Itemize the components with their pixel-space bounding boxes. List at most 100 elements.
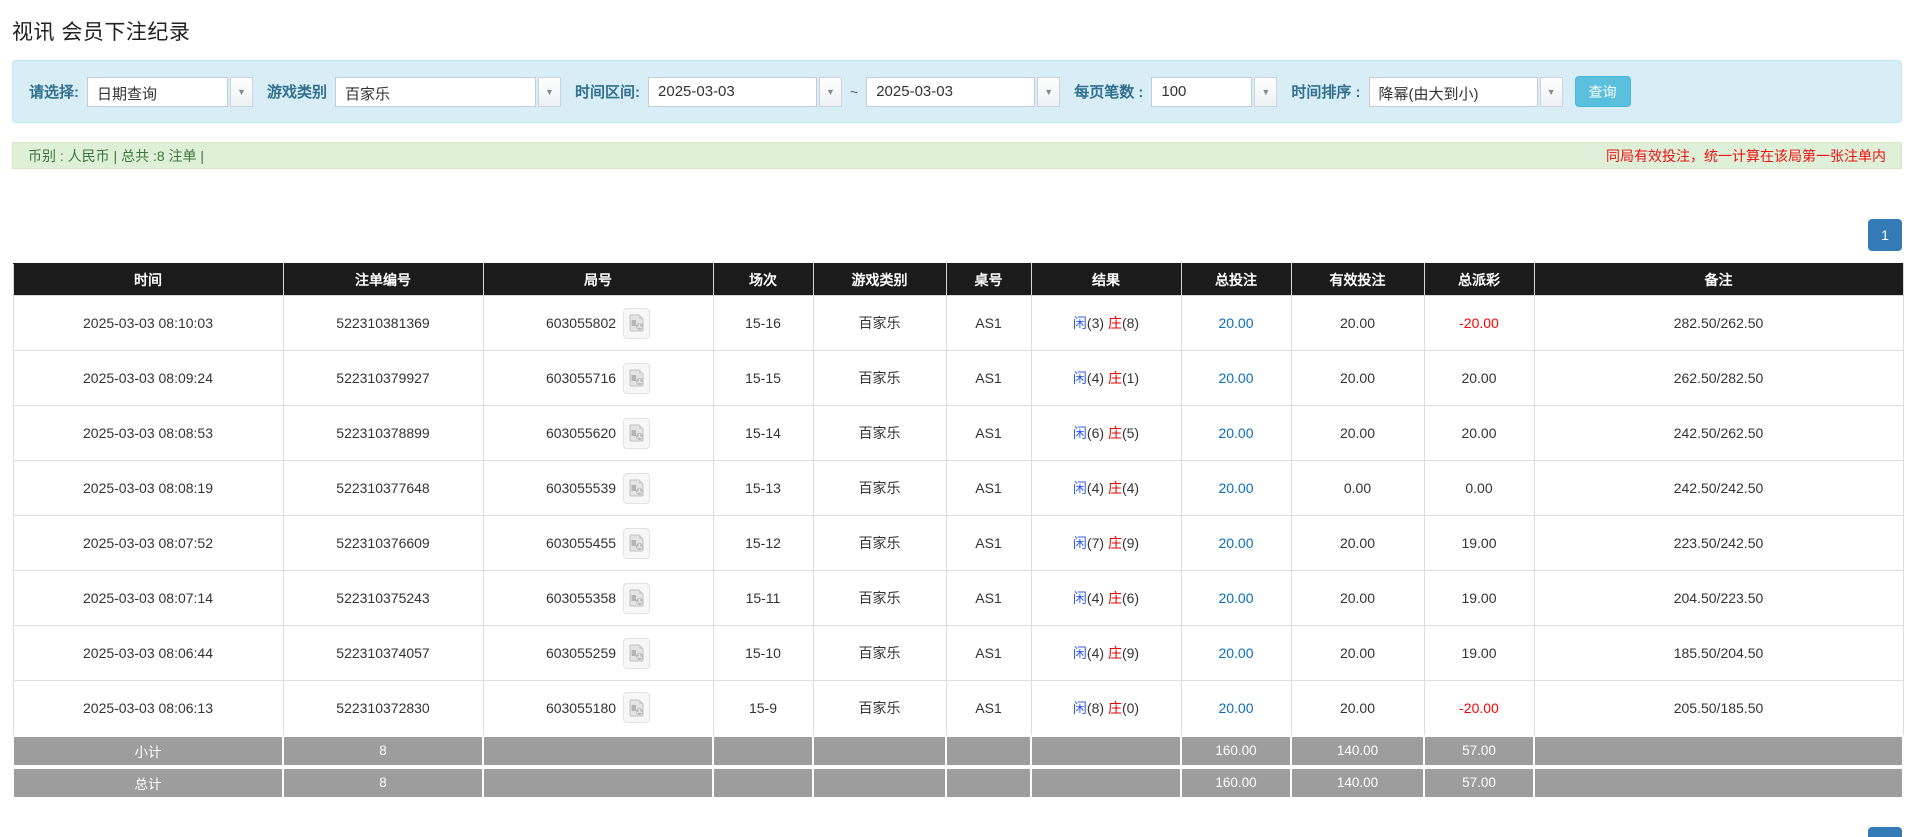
result-cell: 闲(3) 庄(8) <box>1030 295 1182 351</box>
result-cell: 闲(4) 庄(1) <box>1030 350 1182 406</box>
video-replay-icon[interactable] <box>623 582 651 614</box>
chevron-down-icon[interactable]: ▼ <box>819 76 843 107</box>
valid-bet: 20.00 <box>1290 625 1425 681</box>
payout: 19.00 <box>1423 570 1535 626</box>
total-payout: 57.00 <box>1423 764 1535 799</box>
total-bet-link[interactable]: 20.00 <box>1218 535 1253 551</box>
date-to-value[interactable]: 2025-03-03 <box>866 76 1036 107</box>
per-page-value[interactable]: 100 <box>1151 76 1253 107</box>
sort-order-select[interactable]: 降幂(由大到小) ▼ <box>1368 76 1563 107</box>
col-table-id: 桌号 <box>945 263 1032 296</box>
game-type: 百家乐 <box>812 405 947 461</box>
subtotal-total-bet: 160.00 <box>1180 734 1292 768</box>
valid-bet-note: 同局有效投注，统一计算在该局第一张注单内 <box>1606 147 1886 164</box>
video-replay-icon[interactable] <box>623 692 651 724</box>
total-bet-link[interactable]: 20.00 <box>1218 645 1253 661</box>
total-bet-link[interactable]: 20.00 <box>1218 370 1253 386</box>
col-payout: 总派彩 <box>1423 263 1535 296</box>
player-score: (4) <box>1086 480 1105 496</box>
banker-label: 庄 <box>1107 645 1122 661</box>
total-count: 8 <box>282 764 484 799</box>
video-replay-icon[interactable] <box>623 472 651 504</box>
page-1-button[interactable]: 1 <box>1868 826 1902 837</box>
video-replay-icon[interactable] <box>623 417 651 449</box>
bet-time: 2025-03-03 08:07:52 <box>12 515 284 571</box>
total-bet-cell: 20.00 <box>1180 460 1292 516</box>
page-1-button[interactable]: 1 <box>1868 219 1902 251</box>
bet-time: 2025-03-03 08:06:13 <box>12 680 284 736</box>
payout: -20.00 <box>1423 680 1535 736</box>
remark: 262.50/282.50 <box>1533 350 1904 406</box>
result-cell: 闲(7) 庄(9) <box>1030 515 1182 571</box>
table-header: 时间 注单编号 局号 场次 游戏类别 桌号 结果 总投注 有效投注 总派彩 备注 <box>12 263 1904 296</box>
result-cell: 闲(8) 庄(0) <box>1030 680 1182 736</box>
banker-score: (6) <box>1121 590 1140 606</box>
total-bet-link[interactable]: 20.00 <box>1218 480 1253 496</box>
chevron-down-icon[interactable]: ▼ <box>538 76 562 107</box>
video-replay-icon[interactable] <box>623 307 651 339</box>
date-from-select[interactable]: 2025-03-03 ▼ <box>648 76 843 107</box>
video-replay-icon[interactable] <box>623 527 651 559</box>
session-number: 15-9 <box>712 680 814 736</box>
remark: 204.50/223.50 <box>1533 570 1904 626</box>
query-type-select[interactable]: 日期查询 ▼ <box>87 76 253 107</box>
video-replay-icon[interactable] <box>623 362 651 394</box>
chevron-down-icon[interactable]: ▼ <box>1539 76 1563 107</box>
game-type: 百家乐 <box>812 625 947 681</box>
bet-time: 2025-03-03 08:07:14 <box>12 570 284 626</box>
player-score: (3) <box>1086 315 1105 331</box>
chevron-down-icon[interactable]: ▼ <box>1254 76 1278 107</box>
range-tilde: ~ <box>850 83 859 100</box>
banker-score: (4) <box>1121 480 1140 496</box>
game-type: 百家乐 <box>812 570 947 626</box>
total-bet-cell: 20.00 <box>1180 295 1292 351</box>
banker-label: 庄 <box>1107 480 1122 496</box>
banker-score: (1) <box>1121 370 1140 386</box>
per-page-label: 每页笔数 : <box>1074 84 1144 101</box>
summary-info-bar: 币别 : 人民币 | 总共 :8 注单 | 同局有效投注，统一计算在该局第一张注… <box>12 142 1902 169</box>
video-replay-icon[interactable] <box>623 637 651 669</box>
date-to-select[interactable]: 2025-03-03 ▼ <box>866 76 1061 107</box>
filter-bar: 请选择: 日期查询 ▼ 游戏类别 百家乐 ▼ 时间区间: 2025-03-03 … <box>12 60 1902 123</box>
total-bet-cell: 20.00 <box>1180 405 1292 461</box>
select-type-label: 请选择: <box>29 84 79 101</box>
result-cell: 闲(4) 庄(9) <box>1030 625 1182 681</box>
valid-bet: 20.00 <box>1290 570 1425 626</box>
total-bet-link[interactable]: 20.00 <box>1218 700 1253 716</box>
bet-time: 2025-03-03 08:08:19 <box>12 460 284 516</box>
total-bet-link[interactable]: 20.00 <box>1218 425 1253 441</box>
game-type-value[interactable]: 百家乐 <box>335 76 537 107</box>
chevron-down-icon[interactable]: ▼ <box>230 76 253 107</box>
bet-id: 522310381369 <box>282 295 484 351</box>
bet-id: 522310376609 <box>282 515 484 571</box>
player-score: (4) <box>1086 370 1105 386</box>
total-bet-cell: 20.00 <box>1180 350 1292 406</box>
sort-order-value[interactable]: 降幂(由大到小) <box>1368 76 1538 107</box>
page-title: 视讯 会员下注纪录 <box>12 21 191 44</box>
player-label: 闲 <box>1072 315 1087 331</box>
player-label: 闲 <box>1072 699 1087 716</box>
banker-score: (5) <box>1121 425 1140 441</box>
player-score: (4) <box>1086 645 1105 661</box>
session-number: 15-13 <box>712 460 814 516</box>
col-total-bet: 总投注 <box>1180 263 1292 296</box>
payout: 19.00 <box>1423 625 1535 681</box>
remark: 282.50/262.50 <box>1533 295 1904 351</box>
game-type-select[interactable]: 百家乐 ▼ <box>335 76 562 107</box>
round-id-cell: 603055455 <box>482 515 714 571</box>
col-valid-bet: 有效投注 <box>1290 263 1425 296</box>
col-remark: 备注 <box>1533 263 1904 296</box>
banker-label: 庄 <box>1107 315 1122 331</box>
search-button[interactable]: 查询 <box>1574 76 1631 107</box>
date-from-value[interactable]: 2025-03-03 <box>648 76 818 107</box>
table-id: AS1 <box>945 515 1032 571</box>
query-type-value[interactable]: 日期查询 <box>87 76 228 107</box>
col-time: 时间 <box>12 263 284 296</box>
total-bet-link[interactable]: 20.00 <box>1218 315 1253 331</box>
per-page-select[interactable]: 100 ▼ <box>1151 76 1278 107</box>
total-bet-link[interactable]: 20.00 <box>1218 590 1253 606</box>
chevron-down-icon[interactable]: ▼ <box>1037 76 1061 107</box>
player-score: (6) <box>1086 425 1105 441</box>
session-number: 15-11 <box>712 570 814 626</box>
game-type: 百家乐 <box>812 515 947 571</box>
